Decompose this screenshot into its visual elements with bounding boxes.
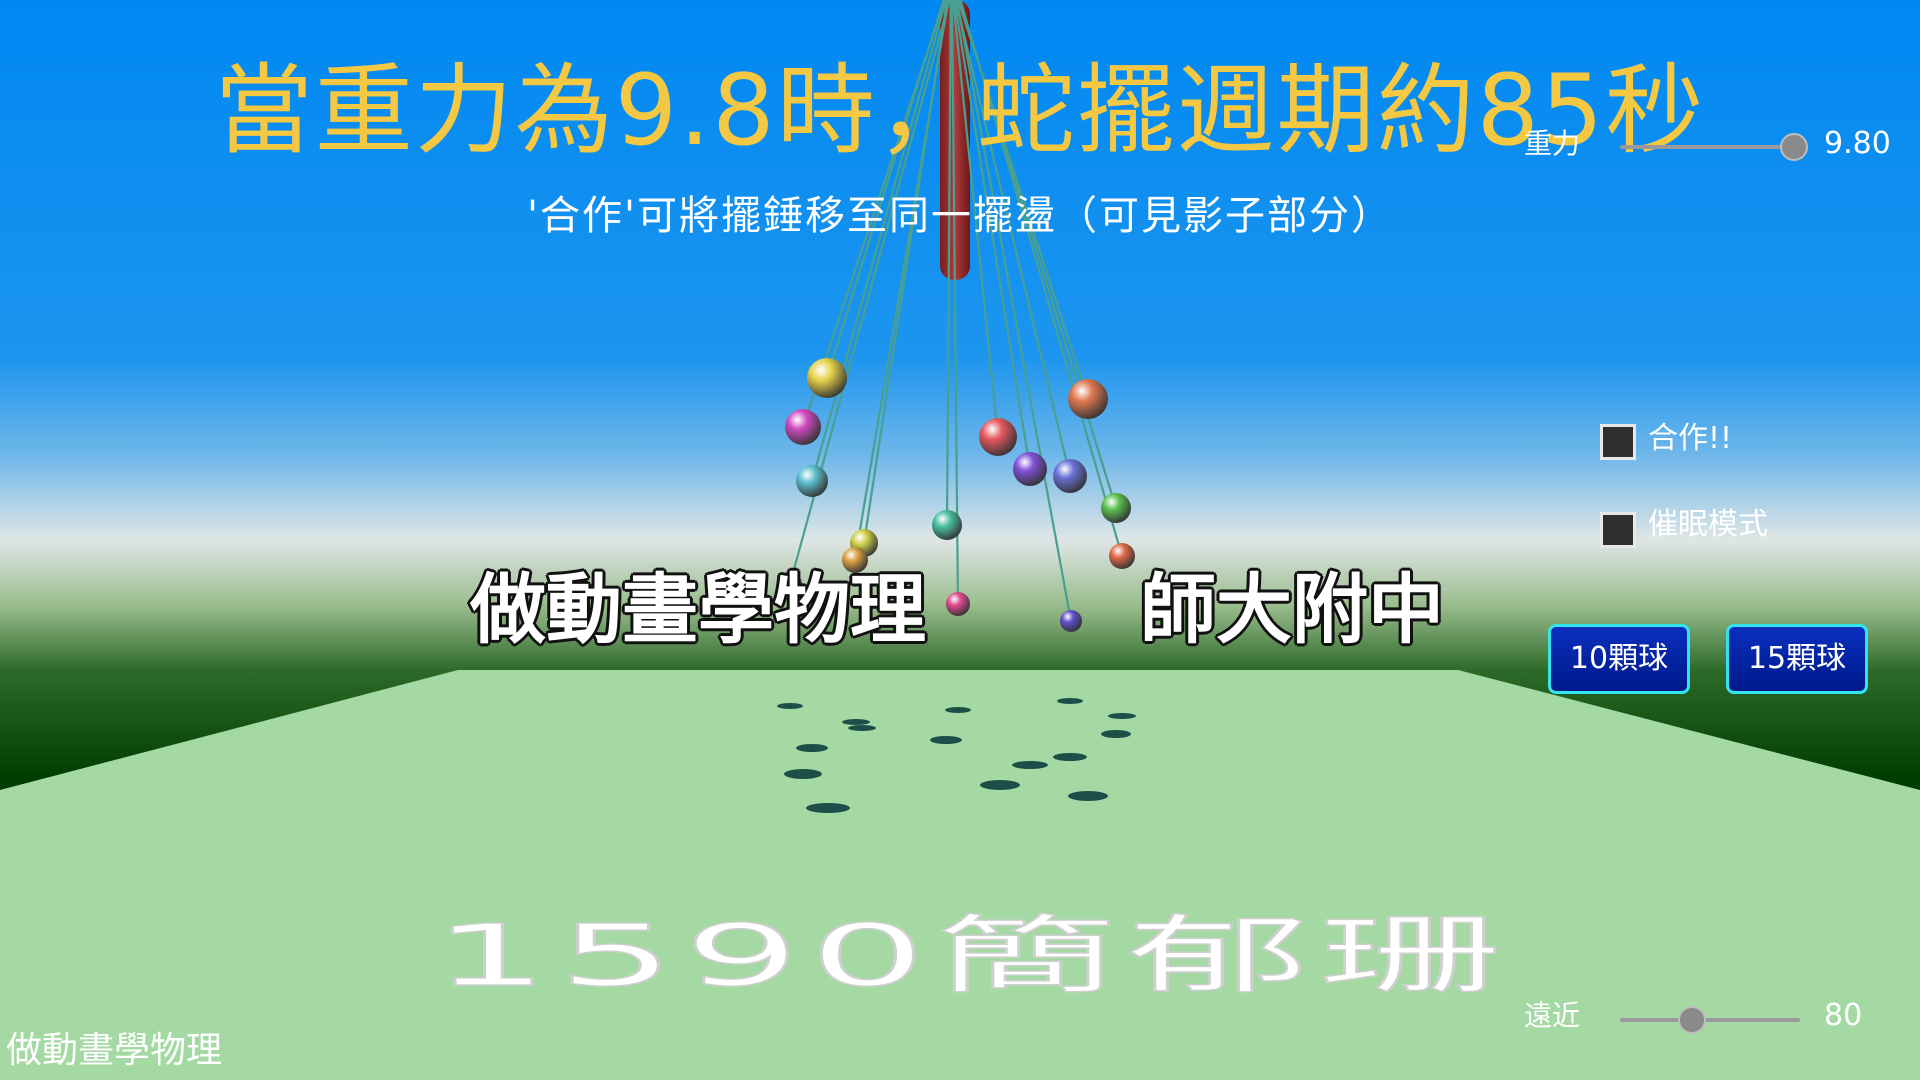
floor-watermark: 1590簡郁珊 [432, 906, 1511, 1005]
hypnosis-mode-label: 催眠模式 [1648, 507, 1768, 542]
gravity-value: 9.80 [1824, 126, 1891, 161]
distance-slider-thumb[interactable] [1678, 1006, 1706, 1034]
ball-shadow [796, 744, 828, 752]
ball-shadow [930, 736, 962, 744]
distance-slider-track[interactable] [1620, 1018, 1800, 1022]
ball-shadow [1053, 753, 1087, 761]
pendulum-ball-pink [946, 592, 970, 616]
ball-shadow [784, 769, 822, 779]
ball-shadow [1057, 698, 1083, 704]
ball-shadow [806, 803, 850, 813]
ball-shadow [1101, 730, 1131, 738]
watermark-left: 做動畫學物理 [470, 565, 926, 654]
pendulum-ball-red [979, 418, 1017, 456]
cooperate-checkbox[interactable] [1600, 424, 1636, 460]
pendulum-ball-purple [1013, 452, 1047, 486]
cooperate-label: 合作!! [1648, 421, 1733, 456]
ten-balls-button[interactable]: 10顆球 [1548, 624, 1690, 694]
gravity-label: 重力 [1524, 127, 1581, 160]
ball-shadow [1068, 791, 1108, 801]
distance-value: 80 [1824, 998, 1863, 1033]
gravity-slider-thumb[interactable] [1780, 133, 1808, 161]
ball-shadow [842, 719, 870, 725]
pendulum-ball-blue [1053, 459, 1087, 493]
ball-shadow [1108, 713, 1136, 719]
page-title: 當重力為9.8時，蛇擺週期約85秒 [214, 54, 1706, 168]
pendulum-ball-magenta [785, 409, 821, 445]
subtitle: '合作'可將擺錘移至同一擺盪（可見影子部分） [527, 193, 1393, 239]
watermark-right: 師大附中 [1140, 565, 1444, 654]
pendulum-ball-green [1101, 493, 1131, 523]
fifteen-balls-button[interactable]: 15顆球 [1726, 624, 1868, 694]
pendulum-ball-coral [1109, 543, 1135, 569]
hypnosis-mode-checkbox[interactable] [1600, 512, 1636, 548]
pendulum-ball-teal [932, 510, 962, 540]
gravity-slider-track[interactable] [1620, 145, 1794, 149]
pendulum-ball-indigo [1060, 610, 1082, 632]
distance-label: 遠近 [1524, 999, 1581, 1032]
ball-shadow [848, 725, 876, 731]
ball-shadow [945, 707, 971, 713]
pendulum-ball-cyan [796, 465, 828, 497]
ball-shadow [1012, 761, 1048, 769]
ball-shadow [980, 780, 1020, 790]
pendulum-ball-yellow [807, 358, 847, 398]
ball-shadow [777, 703, 803, 709]
footer-credit: 做動畫學物理 [6, 1030, 223, 1071]
pendulum-ball-salmon [1068, 379, 1108, 419]
